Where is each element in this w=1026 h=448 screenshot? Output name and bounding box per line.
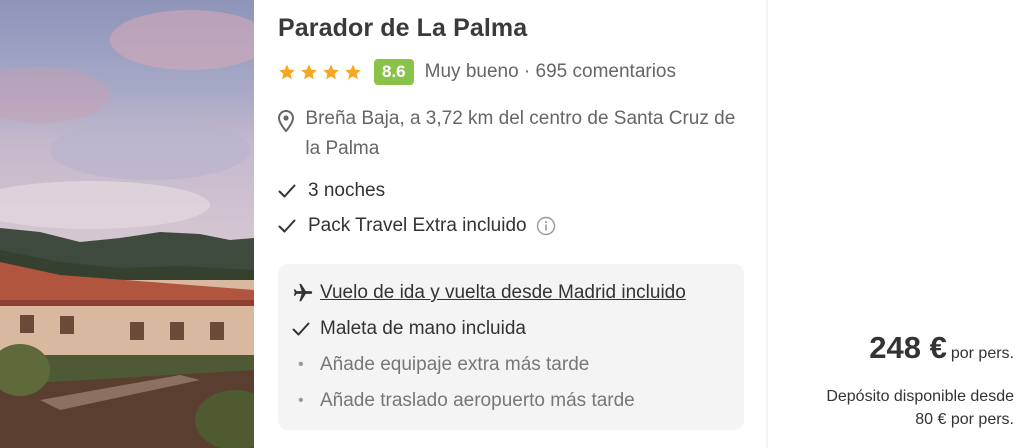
transfer-option: • Añade traslado aeropuerto más tarde: [292, 390, 635, 412]
extra-luggage-label: Añade equipaje extra más tarde: [320, 354, 590, 375]
price-amount: 248 €: [869, 330, 947, 365]
deposit-amount: 80 € por pers.: [915, 411, 1014, 428]
hotel-card[interactable]: Parador de La Palma 8.6 Muy bueno · 695 …: [254, 0, 766, 448]
feature-pack-travel: Pack Travel Extra incluido: [278, 215, 556, 237]
location-text: Breña Baja, a 3,72 km del centro de Sant…: [305, 108, 736, 159]
rating-summary[interactable]: Muy bueno · 695 comentarios: [425, 61, 676, 83]
info-icon[interactable]: [536, 216, 556, 236]
price-card[interactable]: 248 € por pers. Depósito disponible desd…: [768, 0, 1026, 448]
bullet-icon: •: [298, 392, 304, 409]
included-services-box: Vuelo de ida y vuelta desde Madrid inclu…: [278, 264, 744, 430]
deposit-line: Depósito disponible desde: [826, 388, 1014, 405]
score-badge: 8.6: [374, 59, 414, 85]
rating-row: 8.6 Muy bueno · 695 comentarios: [278, 58, 676, 86]
check-icon: [278, 184, 298, 198]
check-icon: [278, 219, 298, 233]
bullet-icon: •: [298, 356, 304, 373]
extra-luggage-option: • Añade equipaje extra más tarde: [292, 354, 589, 376]
transfer-label: Añade traslado aeropuerto más tarde: [320, 390, 635, 411]
deposit-info: Depósito disponible desde 80 € por pers.: [826, 385, 1014, 431]
star-icon: [322, 63, 340, 81]
flight-link[interactable]: Vuelo de ida y vuelta desde Madrid inclu…: [320, 282, 686, 304]
star-icon: [278, 63, 296, 81]
star-icon: [344, 63, 362, 81]
included-flight[interactable]: Vuelo de ida y vuelta desde Madrid inclu…: [292, 282, 686, 304]
feature-label: 3 noches: [308, 180, 386, 201]
bag-label: Maleta de mano incluida: [320, 318, 526, 339]
feature-label: Pack Travel Extra incluido: [308, 215, 527, 236]
hotel-photo[interactable]: [0, 0, 254, 448]
price-unit: por pers.: [950, 345, 1014, 362]
price: 248 € por pers.: [869, 330, 1014, 366]
hotel-name[interactable]: Parador de La Palma: [278, 14, 527, 43]
location-pin-icon: [277, 109, 295, 137]
check-icon: [292, 322, 320, 336]
star-rating: [278, 63, 362, 81]
feature-nights: 3 noches: [278, 180, 385, 202]
airplane-icon: [292, 282, 320, 304]
included-bag: Maleta de mano incluida: [292, 318, 526, 340]
location: Breña Baja, a 3,72 km del centro de Sant…: [277, 108, 748, 164]
star-icon: [300, 63, 318, 81]
